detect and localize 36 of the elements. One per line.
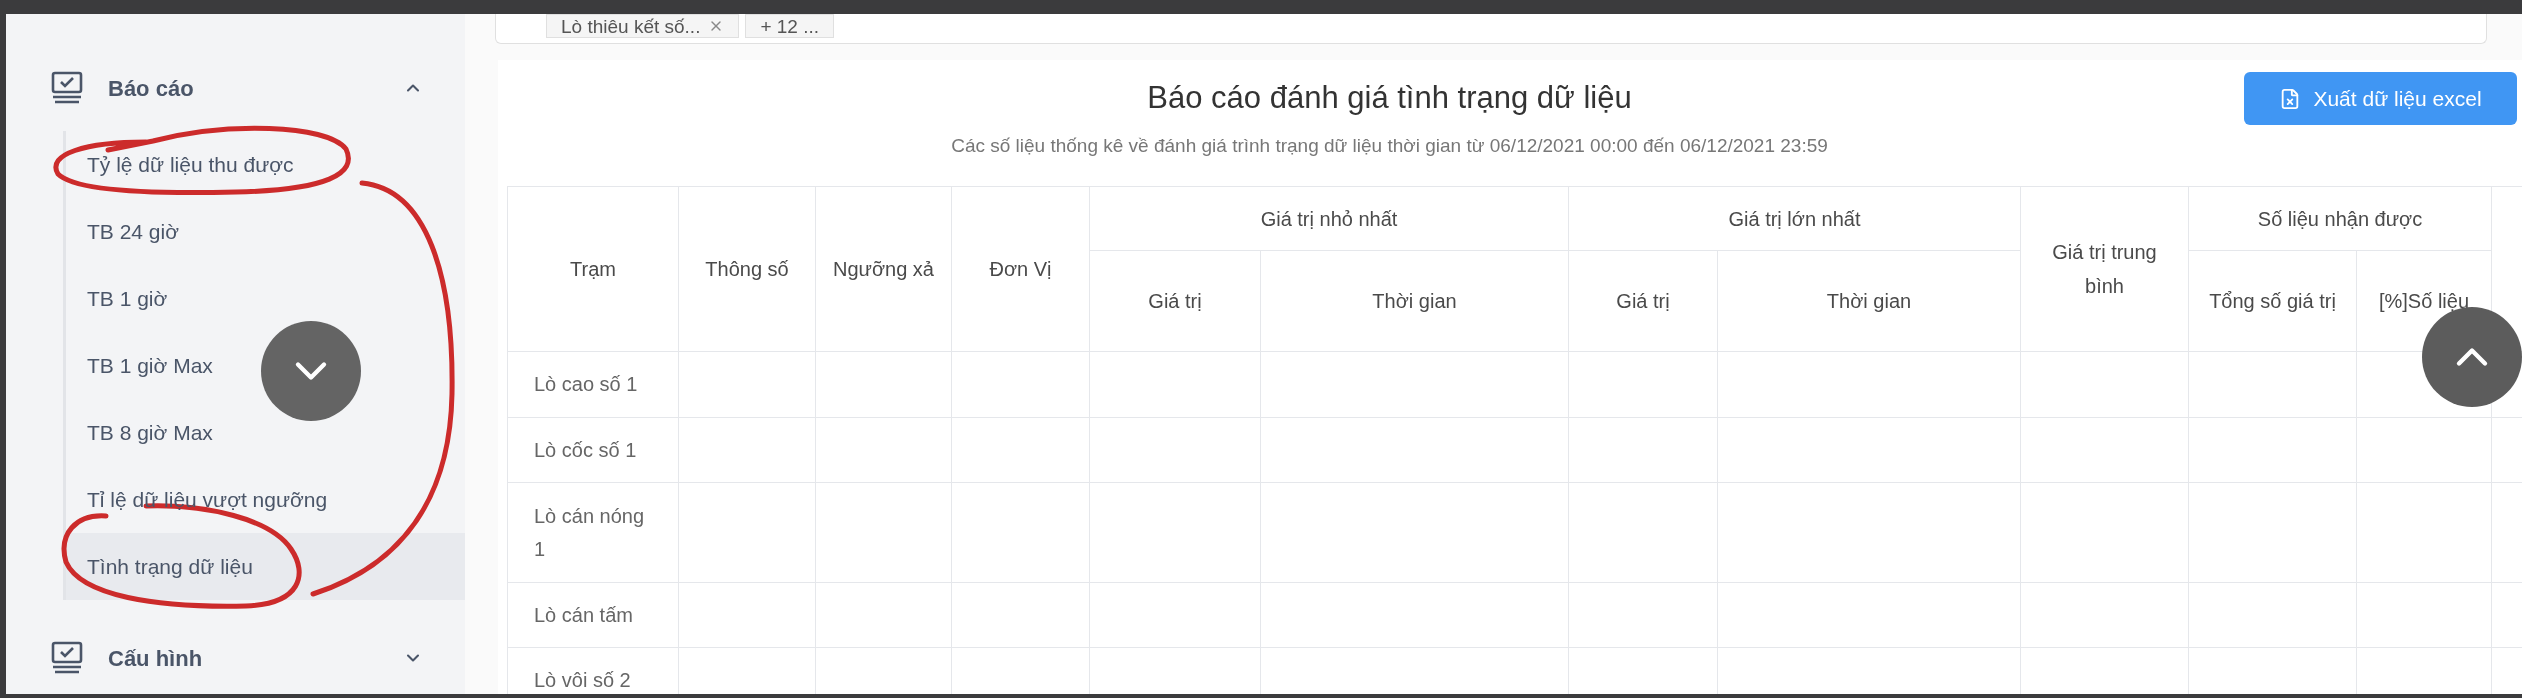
column-header: Số liệu nhận được	[2257, 207, 2423, 230]
report-icon	[50, 71, 84, 105]
column-header: Giá trị nhỏ nhất	[1260, 207, 1398, 230]
column-header: Thời gian	[1372, 290, 1457, 312]
column-header: Đơn Vị	[989, 258, 1052, 280]
report-icon	[50, 641, 84, 675]
menu-group[interactable]: Cấu hình	[6, 630, 465, 686]
menu-item-highlight[interactable]: Tình trạng dữ liệu	[66, 533, 465, 600]
menu-item[interactable]: TB 8 giờ Max	[87, 416, 213, 449]
filter-tag[interactable]: Lò thiêu kết số...	[546, 14, 740, 38]
menu-item[interactable]: Tình trạng dữ liệu	[87, 550, 253, 583]
table-cell: Lò vôi số 2	[534, 669, 631, 691]
column-header: Giá trị trung bình	[2052, 241, 2157, 297]
menu-group-label: Cấu hình	[108, 644, 203, 673]
column-header: Giá trị lớn nhất	[1728, 207, 1861, 230]
column-header: Ngưỡng xả	[833, 258, 934, 280]
table-cell: Lò cao số 1	[534, 373, 638, 395]
column-header: Tổng số giá trị	[2209, 290, 2336, 312]
column-header: Thời gian	[1826, 290, 1912, 312]
column-header: [%]Số liệu	[2378, 290, 2470, 312]
menu-item[interactable]: TB 1 giờ	[87, 282, 168, 315]
report-subtitle: Các số liệu thống kê về đánh giá trình trạng dữ liệu thời gian từ 06/12/2021 00:00 đến 06/12/2021 23:59	[951, 134, 1828, 158]
column-header: Giá trị	[1148, 290, 1202, 312]
menu-item[interactable]: TB 24 giờ	[87, 215, 179, 248]
filter-tag[interactable]: + 12 ...	[745, 14, 835, 38]
column-header: Giá trị	[1616, 290, 1670, 312]
report-title: Báo cáo đánh giá tình trạng dữ liệu	[1147, 79, 1632, 117]
column-header: Thông số	[705, 258, 789, 280]
menu-group-label: Báo cáo	[108, 74, 194, 103]
menu-item[interactable]: Tỷ lệ dữ liệu thu được	[87, 148, 294, 181]
table-cell: Lò cán tấm	[534, 603, 633, 626]
menu-item[interactable]: TB 1 giờ Max	[87, 349, 213, 382]
table-cell: Lò cán nóng 1	[534, 504, 645, 560]
menu-group[interactable]: Báo cáo	[6, 60, 465, 116]
column-header: Trạm	[570, 258, 616, 280]
table-cell: Lò cốc số 1	[534, 438, 637, 461]
